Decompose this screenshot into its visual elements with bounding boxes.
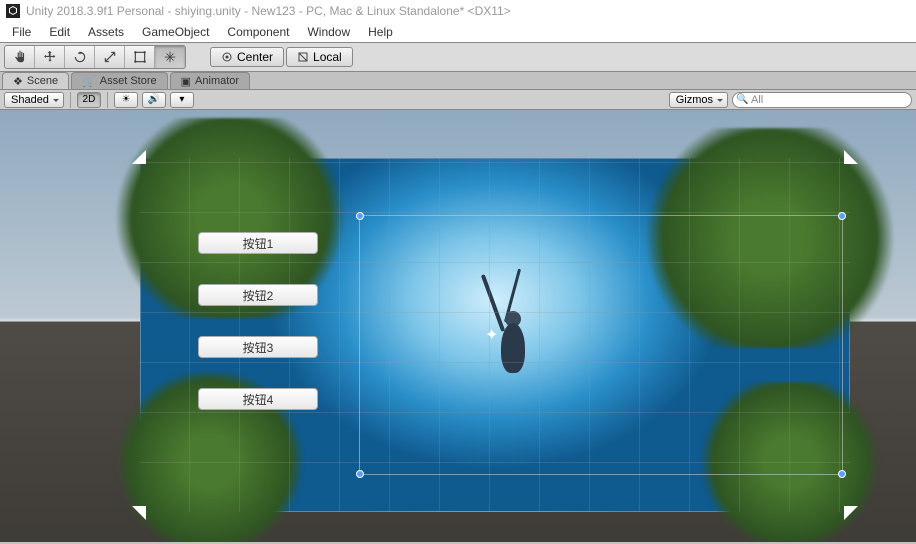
rect-handle-line xyxy=(360,215,842,216)
toggle-audio[interactable]: 🔊 xyxy=(142,92,166,108)
gizmos-dropdown[interactable]: Gizmos xyxy=(669,92,728,108)
scene-icon: ❖ xyxy=(13,75,23,88)
ui-button-list: 按钮1 按钮2 按钮3 按钮4 xyxy=(198,232,318,410)
move-tool[interactable] xyxy=(35,46,65,68)
canvas-corner-icon[interactable] xyxy=(844,506,858,520)
rect-handle-line xyxy=(842,216,843,474)
transform-combo-tool[interactable] xyxy=(155,46,185,68)
canvas-corner-icon[interactable] xyxy=(844,150,858,164)
character-silhouette xyxy=(481,293,541,413)
menu-file[interactable]: File xyxy=(4,23,39,41)
canvas-gizmo[interactable]: 按钮1 按钮2 按钮3 按钮4 ✦ xyxy=(140,158,850,512)
sun-icon: ☀ xyxy=(121,94,130,105)
game-button-1[interactable]: 按钮1 xyxy=(198,232,318,254)
rect-handle-line xyxy=(359,216,360,474)
toggle-2d[interactable]: 2D xyxy=(77,92,101,108)
rect-handle[interactable] xyxy=(356,470,364,478)
unity-logo-icon xyxy=(6,4,20,18)
main-toolbar: Center Local xyxy=(0,42,916,72)
image-icon: ▾ xyxy=(179,94,184,105)
local-global-toggle[interactable]: Local xyxy=(286,47,353,67)
foliage-decor xyxy=(630,128,910,348)
tab-asset-store[interactable]: 🛒 Asset Store xyxy=(71,72,168,89)
panel-tabs: ❖ Scene 🛒 Asset Store ▣ Animator xyxy=(0,72,916,90)
hand-tool[interactable] xyxy=(5,46,35,68)
toggle-effects[interactable]: ▾ xyxy=(170,92,194,108)
transform-tools xyxy=(4,45,186,69)
menu-help[interactable]: Help xyxy=(360,23,401,41)
menu-window[interactable]: Window xyxy=(299,23,358,41)
menu-bar: File Edit Assets GameObject Component Wi… xyxy=(0,22,916,42)
tab-animator[interactable]: ▣ Animator xyxy=(170,72,250,89)
rotate-tool[interactable] xyxy=(65,46,95,68)
game-button-3[interactable]: 按钮3 xyxy=(198,336,318,358)
pivot-center-toggle[interactable]: Center xyxy=(210,47,284,67)
asset-store-icon: 🛒 xyxy=(82,75,96,88)
shading-mode-dropdown[interactable]: Shaded xyxy=(4,92,64,108)
foliage-decor xyxy=(690,382,890,542)
game-button-4[interactable]: 按钮4 xyxy=(198,388,318,410)
canvas-corner-icon[interactable] xyxy=(132,506,146,520)
rect-handle-line xyxy=(360,474,842,475)
scene-search[interactable]: All xyxy=(732,92,912,108)
window-titlebar: Unity 2018.3.9f1 Personal - shiying.unit… xyxy=(0,0,916,22)
rect-handle[interactable] xyxy=(838,212,846,220)
speaker-icon: 🔊 xyxy=(148,94,160,105)
rect-handle[interactable] xyxy=(838,470,846,478)
menu-gameobject[interactable]: GameObject xyxy=(134,23,217,41)
rect-handle[interactable] xyxy=(356,212,364,220)
pivot-gizmo-icon[interactable]: ✦ xyxy=(485,325,505,345)
game-button-2[interactable]: 按钮2 xyxy=(198,284,318,306)
canvas-corner-icon[interactable] xyxy=(132,150,146,164)
menu-component[interactable]: Component xyxy=(219,23,297,41)
scale-tool[interactable] xyxy=(95,46,125,68)
rect-tool[interactable] xyxy=(125,46,155,68)
menu-assets[interactable]: Assets xyxy=(80,23,132,41)
scene-viewport[interactable]: 按钮1 按钮2 按钮3 按钮4 ✦ xyxy=(0,110,916,542)
tab-scene[interactable]: ❖ Scene xyxy=(2,72,69,89)
scene-view-toolbar: Shaded 2D ☀ 🔊 ▾ Gizmos All xyxy=(0,90,916,110)
window-title: Unity 2018.3.9f1 Personal - shiying.unit… xyxy=(26,4,511,18)
toggle-lighting[interactable]: ☀ xyxy=(114,92,138,108)
menu-edit[interactable]: Edit xyxy=(41,23,78,41)
animator-icon: ▣ xyxy=(181,75,191,88)
